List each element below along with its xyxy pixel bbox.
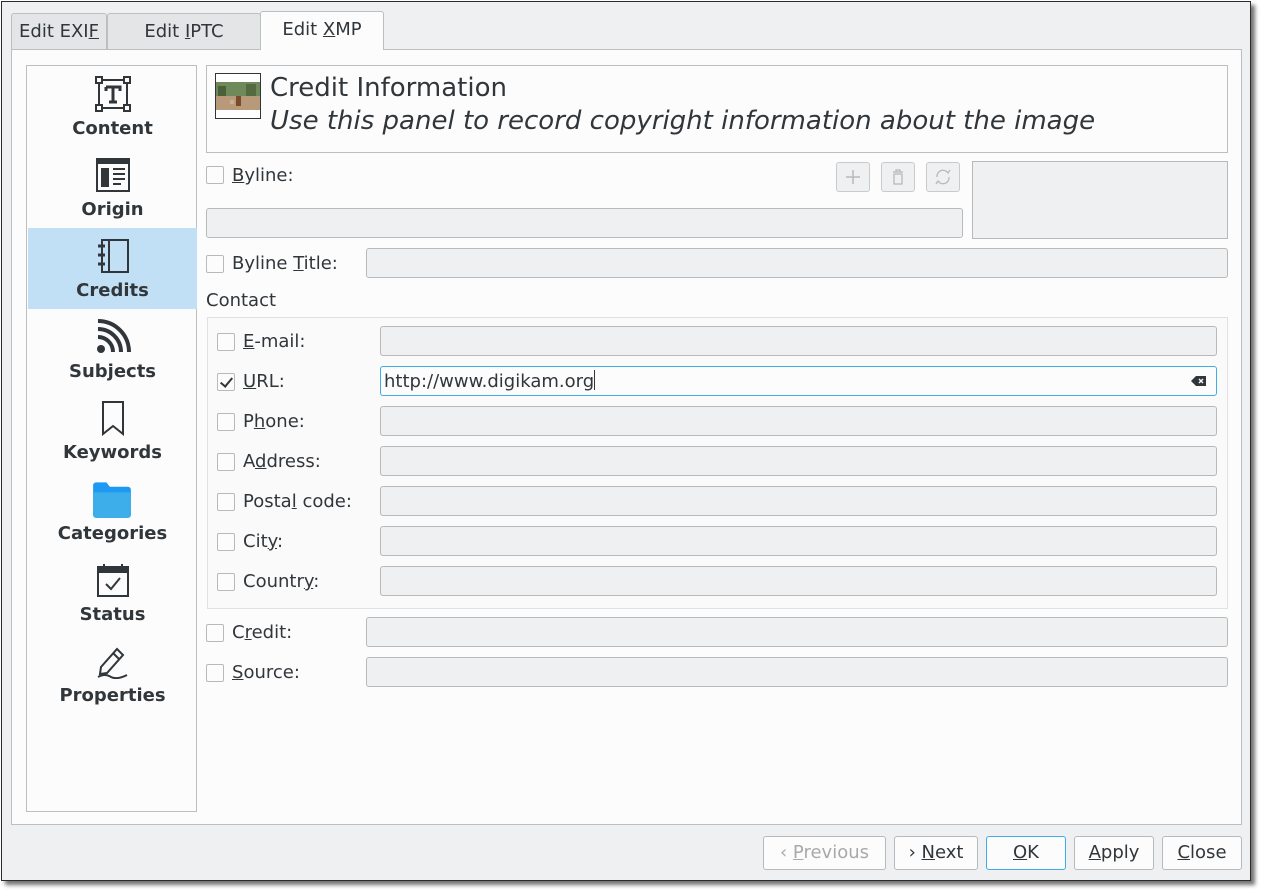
- sidebar: Content Origin Credits Subjects Keywords…: [26, 65, 197, 812]
- byline-list[interactable]: [972, 161, 1228, 239]
- document-layout-icon: [96, 158, 130, 192]
- credit-input[interactable]: [366, 617, 1228, 647]
- byline-checkbox[interactable]: [206, 166, 224, 184]
- next-button[interactable]: › Next: [894, 836, 978, 870]
- sidebar-item-keywords[interactable]: Keywords: [28, 390, 197, 471]
- delete-button[interactable]: [881, 162, 915, 192]
- url-checkbox[interactable]: [217, 373, 235, 391]
- address-input[interactable]: [380, 446, 1217, 476]
- tab-edit-iptc[interactable]: Edit IPTC: [107, 13, 261, 49]
- sidebar-item-label: Status: [79, 604, 146, 625]
- url-label: URL:: [243, 371, 285, 392]
- phone-label: Phone:: [243, 411, 305, 432]
- sidebar-item-origin[interactable]: Origin: [28, 147, 197, 228]
- sidebar-item-label: Categories: [57, 523, 168, 544]
- clear-text-icon[interactable]: [1191, 375, 1207, 387]
- sidebar-item-subjects[interactable]: Subjects: [28, 309, 197, 390]
- tab-edit-exif[interactable]: Edit EXIF: [11, 13, 107, 49]
- dialog-window: Edit EXIF Edit IPTC Edit XMP Content Ori: [1, 1, 1251, 881]
- close-button[interactable]: Close: [1162, 836, 1242, 870]
- sidebar-item-credits[interactable]: Credits: [28, 228, 197, 309]
- chevron-right-icon: ›: [908, 842, 916, 863]
- credit-checkbox[interactable]: [206, 624, 224, 642]
- url-input[interactable]: http://www.digikam.org: [380, 366, 1217, 396]
- byline-title-label: Byline Title:: [232, 253, 338, 274]
- plus-icon: [846, 170, 860, 184]
- sidebar-item-label: Credits: [76, 280, 149, 301]
- panel-title: Credit Information: [270, 73, 507, 103]
- sidebar-item-label: Properties: [59, 685, 166, 706]
- byline-input[interactable]: [206, 208, 963, 238]
- city-input[interactable]: [380, 526, 1217, 556]
- refresh-icon: [935, 169, 951, 185]
- panel-subtitle: Use this panel to record copyright infor…: [270, 106, 1096, 136]
- calendar-check-icon: [97, 564, 129, 597]
- previous-button[interactable]: ‹ Previous: [763, 836, 886, 870]
- rss-feed-icon: [97, 319, 131, 353]
- email-label: E-mail:: [243, 331, 306, 352]
- credit-label: Credit:: [232, 622, 293, 643]
- postal-code-input[interactable]: [380, 486, 1217, 516]
- sidebar-item-label: Keywords: [62, 442, 163, 463]
- photo-thumbnail-icon: [216, 74, 260, 118]
- sidebar-item-properties[interactable]: Properties: [28, 633, 197, 714]
- notebook-icon: [98, 239, 129, 273]
- email-checkbox[interactable]: [217, 333, 235, 351]
- bookmark-icon: [102, 401, 124, 436]
- sidebar-item-label: Content: [72, 118, 153, 139]
- chevron-left-icon: ‹: [779, 842, 788, 863]
- sidebar-item-label: Subjects: [68, 361, 157, 382]
- contact-heading: Contact: [206, 290, 277, 311]
- phone-checkbox[interactable]: [217, 413, 235, 431]
- text-frame-icon: [95, 76, 131, 112]
- tab-edit-xmp[interactable]: Edit XMP: [260, 11, 384, 50]
- postal-code-label: Postal code:: [243, 491, 352, 512]
- apply-button[interactable]: Apply: [1074, 836, 1154, 870]
- city-label: City:: [243, 531, 284, 552]
- city-checkbox[interactable]: [217, 533, 235, 551]
- source-label: Source:: [232, 662, 300, 683]
- email-input[interactable]: [380, 326, 1217, 356]
- postal-code-checkbox[interactable]: [217, 493, 235, 511]
- trash-icon: [893, 169, 903, 185]
- byline-title-checkbox[interactable]: [206, 255, 224, 273]
- phone-input[interactable]: [380, 406, 1217, 436]
- ok-button[interactable]: OK: [986, 836, 1066, 870]
- pen-edit-icon: [97, 647, 128, 679]
- source-input[interactable]: [366, 657, 1228, 687]
- address-label: Address:: [243, 451, 321, 472]
- source-checkbox[interactable]: [206, 664, 224, 682]
- country-label: Country:: [243, 571, 320, 592]
- sidebar-item-content[interactable]: Content: [28, 66, 197, 147]
- sidebar-item-label: Origin: [81, 199, 144, 220]
- image-thumbnail: [215, 73, 261, 119]
- country-checkbox[interactable]: [217, 573, 235, 591]
- sidebar-item-status[interactable]: Status: [28, 552, 197, 633]
- replace-button[interactable]: [926, 162, 960, 192]
- country-input[interactable]: [380, 566, 1217, 596]
- folder-icon: [93, 482, 131, 518]
- panel-header: Credit Information Use this panel to rec…: [206, 65, 1228, 153]
- add-button[interactable]: [836, 162, 870, 192]
- address-checkbox[interactable]: [217, 453, 235, 471]
- url-input-value: http://www.digikam.org: [384, 370, 596, 392]
- text-cursor: [594, 370, 596, 390]
- byline-title-input[interactable]: [366, 248, 1228, 278]
- byline-label: Byline:: [232, 165, 294, 186]
- sidebar-item-categories[interactable]: Categories: [28, 471, 197, 552]
